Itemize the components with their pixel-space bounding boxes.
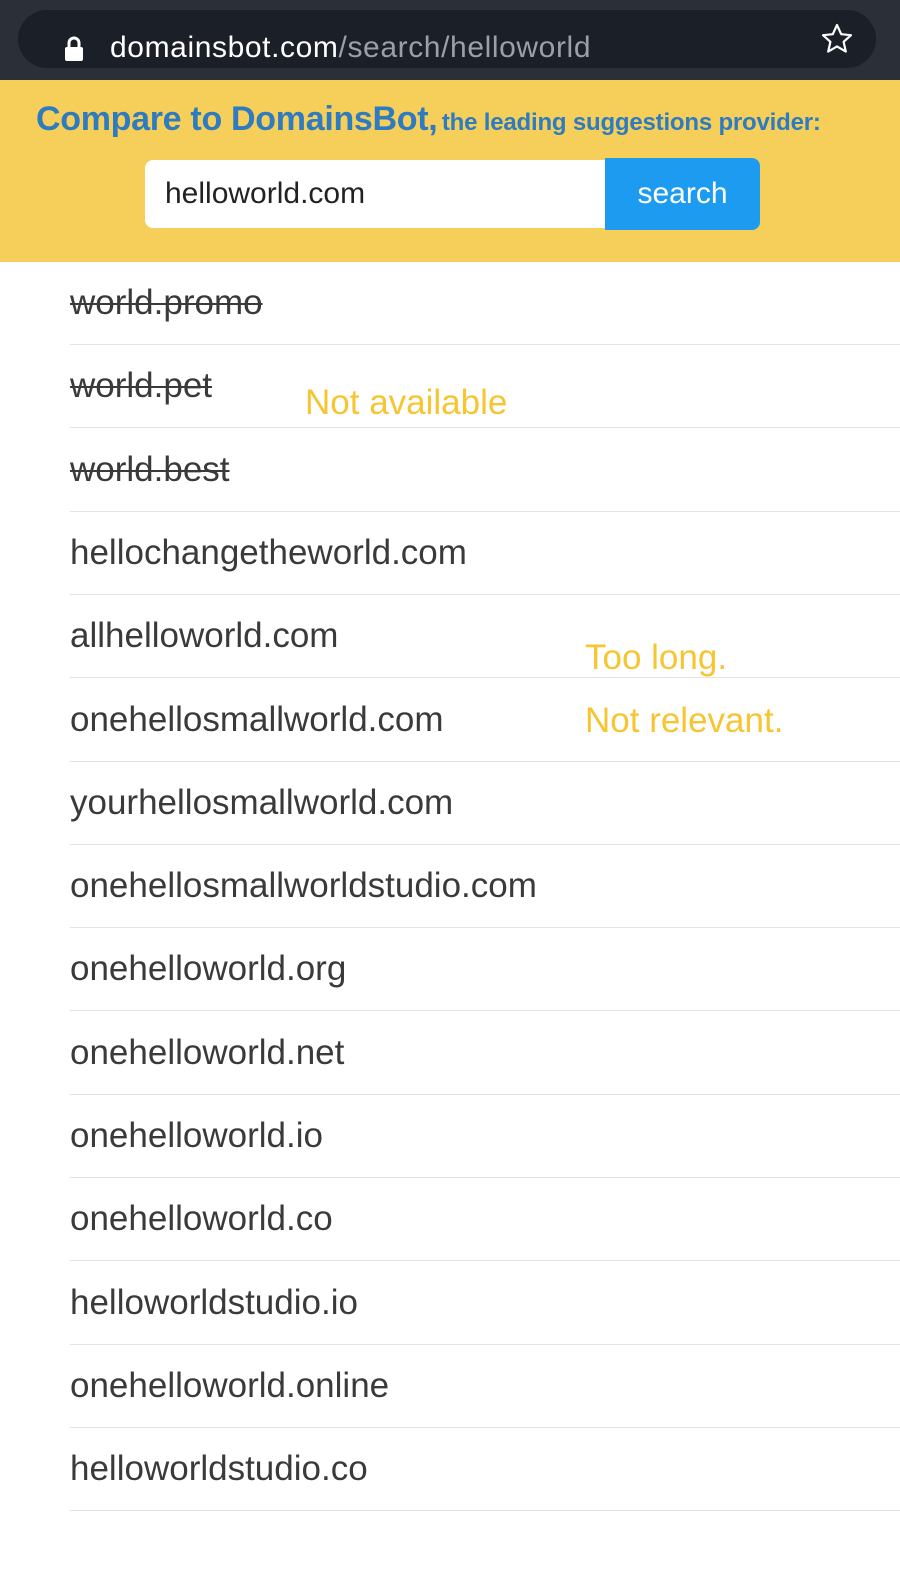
- search-button[interactable]: search: [605, 158, 760, 230]
- banner-heading: Compare to DomainsBot, the leading sugge…: [36, 100, 821, 139]
- suggestion-domain: onehelloworld.io: [70, 1116, 323, 1155]
- suggestion-row[interactable]: yourhellosmallworld.com: [70, 762, 900, 845]
- suggestion-row[interactable]: onehellosmallworldstudio.com: [70, 845, 900, 928]
- suggestion-domain-unavailable: world.promo: [70, 283, 263, 322]
- annotation-not-relevant: Not relevant.: [585, 701, 784, 740]
- suggestion-row[interactable]: helloworldstudio.io: [70, 1262, 900, 1345]
- suggestion-row[interactable]: onehelloworld.online: [70, 1345, 900, 1428]
- suggestion-row[interactable]: allhelloworld.com: [70, 595, 900, 678]
- suggestion-domain: onehelloworld.net: [70, 1033, 345, 1072]
- suggestion-domain: onehellosmallworld.com: [70, 700, 444, 739]
- suggestion-row[interactable]: onehelloworld.io: [70, 1095, 900, 1178]
- banner-heading-main: Compare to DomainsBot,: [36, 100, 438, 138]
- star-icon[interactable]: [820, 22, 854, 56]
- suggestion-row[interactable]: world.promo: [70, 262, 900, 345]
- suggestion-domain: helloworldstudio.io: [70, 1283, 358, 1322]
- url-path: /search/helloworld: [338, 31, 592, 64]
- suggestion-domain-unavailable: world.pet: [70, 366, 213, 405]
- suggestion-row[interactable]: onehelloworld.co: [70, 1178, 900, 1261]
- annotation-not-available: Not available: [305, 383, 508, 422]
- compare-banner: Compare to DomainsBot, the leading sugge…: [0, 80, 900, 262]
- suggestion-row[interactable]: onehelloworld.net: [70, 1012, 900, 1095]
- browser-toolbar: domainsbot.com/search/helloworld: [0, 0, 900, 80]
- banner-heading-sub: the leading suggestions provider:: [441, 109, 821, 136]
- suggestion-domain: onehelloworld.online: [70, 1366, 390, 1405]
- suggestion-domain: allhelloworld.com: [70, 616, 339, 655]
- address-bar[interactable]: domainsbot.com/search/helloworld: [18, 10, 876, 68]
- lock-icon: [65, 36, 83, 61]
- suggestion-domain: onehelloworld.co: [70, 1199, 333, 1238]
- url-text[interactable]: domainsbot.com/search/helloworld: [110, 28, 591, 68]
- suggestion-domain: hellochangetheworld.com: [70, 533, 467, 572]
- url-domain: domainsbot.com: [110, 31, 339, 64]
- suggestion-row[interactable]: onehelloworld.org: [70, 928, 900, 1011]
- domain-search-input[interactable]: [145, 160, 605, 228]
- suggestion-row[interactable]: helloworldstudio.co: [70, 1428, 900, 1511]
- suggestion-row[interactable]: hellochangetheworld.com: [70, 512, 900, 595]
- suggestion-domain: onehelloworld.org: [70, 949, 347, 988]
- annotation-too-long: Too long.: [585, 638, 728, 677]
- suggestion-row[interactable]: world.best: [70, 429, 900, 512]
- suggestion-domain: helloworldstudio.co: [70, 1449, 368, 1488]
- suggestion-domain-unavailable: world.best: [70, 450, 230, 489]
- suggestion-domain: onehellosmallworldstudio.com: [70, 866, 537, 905]
- suggestion-domain: yourhellosmallworld.com: [70, 783, 454, 822]
